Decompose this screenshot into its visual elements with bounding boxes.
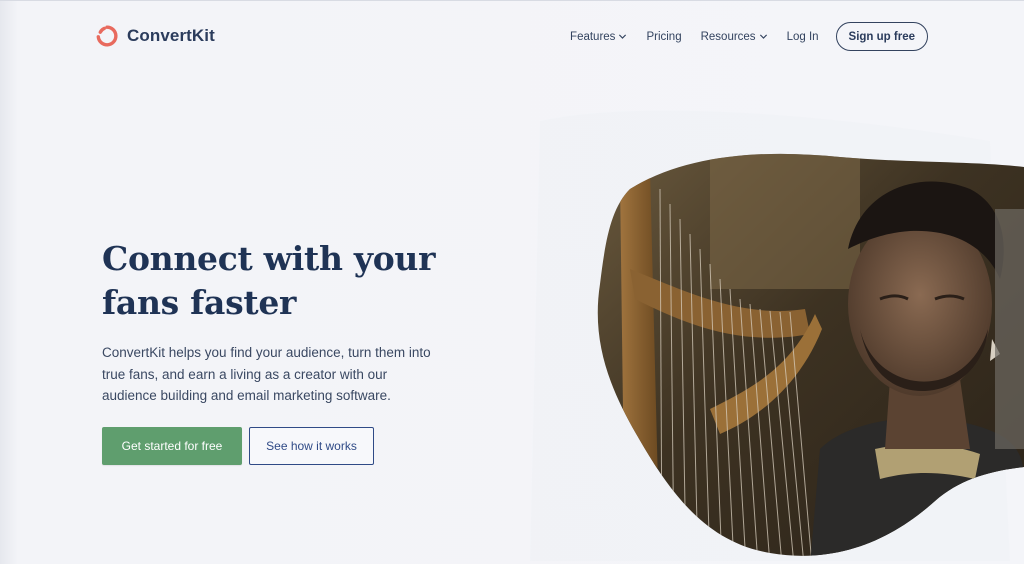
signup-button[interactable]: Sign up free [835, 22, 928, 51]
nav-item-pricing[interactable]: Pricing [646, 31, 681, 43]
nav-item-features[interactable]: Features [570, 31, 627, 43]
get-started-button[interactable]: Get started for free [102, 427, 242, 465]
convertkit-logo-icon [96, 25, 118, 47]
hero-title: Connect with your fans faster [102, 239, 436, 322]
chevron-down-icon [619, 34, 627, 39]
nav-item-label: Features [570, 30, 616, 43]
nav-item-login[interactable]: Log In [787, 31, 819, 43]
hero-video-image[interactable] [590, 149, 1024, 564]
see-how-it-works-button[interactable]: See how it works [249, 427, 374, 465]
main-nav: Features Pricing Resources Log In Sign u… [570, 21, 928, 52]
nav-item-label: Log In [786, 30, 819, 43]
chevron-down-icon [759, 34, 767, 39]
nav-item-resources[interactable]: Resources [701, 31, 768, 43]
brand-logo[interactable]: ConvertKit [95, 24, 215, 48]
brand-name: ConvertKit [127, 26, 215, 45]
nav-item-label: Pricing [646, 30, 682, 43]
nav-item-label: Resources [700, 30, 756, 43]
hero-subtitle: ConvertKit helps you find your audience,… [102, 345, 431, 403]
landing-page: ConvertKit Features Pricing Resources Lo… [0, 0, 1024, 564]
